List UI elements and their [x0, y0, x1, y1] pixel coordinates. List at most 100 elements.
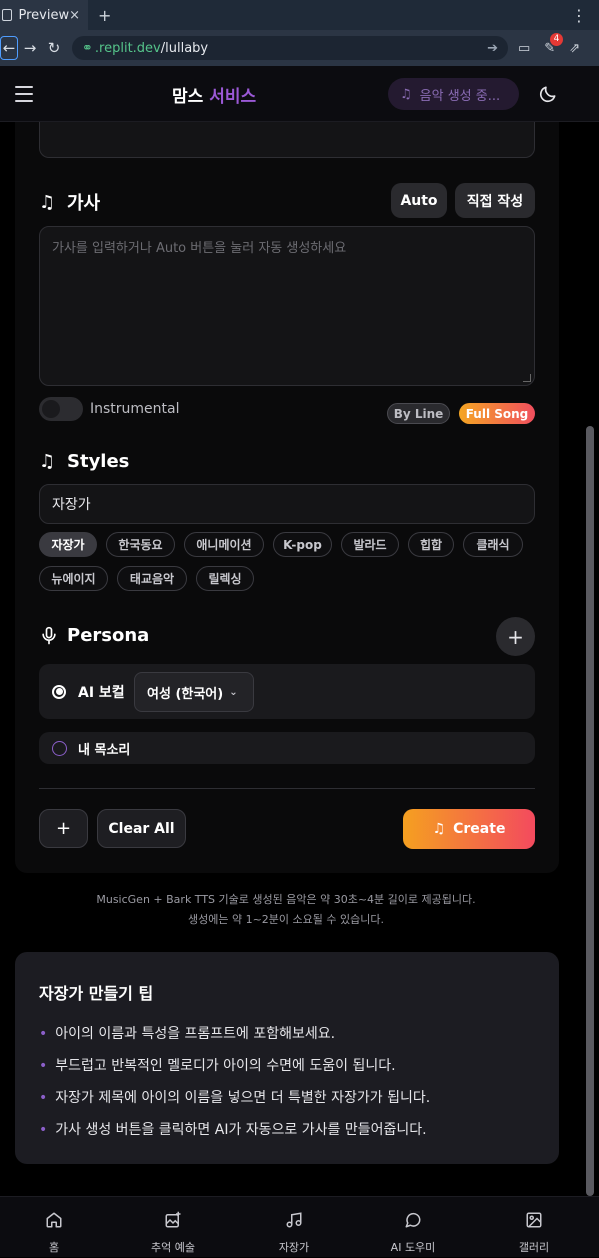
my-voice-label: 내 목소리: [78, 742, 131, 758]
dark-mode-icon[interactable]: [538, 84, 558, 104]
manual-write-button[interactable]: 직접 작성: [455, 183, 535, 218]
generating-status-text: 음악 생성 중...: [419, 88, 501, 104]
persona-heading: Persona: [39, 625, 149, 646]
footnote-line-2: 생성에는 약 1~2분이 소요될 수 있습니다.: [188, 913, 384, 926]
nav-item-home[interactable]: 홈: [14, 1197, 94, 1258]
ai-vocal-label: AI 보컬: [78, 684, 125, 701]
nav-item-lullaby[interactable]: 자장가: [254, 1197, 334, 1258]
full-song-button[interactable]: Full Song: [459, 403, 535, 424]
bullet: •: [39, 1090, 48, 1106]
create-label: Create: [453, 821, 506, 837]
tips-card: 자장가 만들기 팁 • 아이의 이름과 특성을 프롬프트에 포함해보세요. • 부드…: [15, 952, 559, 1164]
auto-button[interactable]: Auto: [391, 183, 447, 218]
style-tag[interactable]: 뉴에이지: [39, 566, 108, 591]
nav-label: 추억 예술: [151, 1241, 195, 1254]
link-icon: ⚭: [82, 40, 93, 56]
tip-item: • 아이의 이름과 특성을 프롬프트에 포함해보세요.: [39, 1023, 335, 1043]
music-note-icon: ♫: [400, 86, 412, 102]
instrumental-toggle[interactable]: [39, 397, 83, 421]
music-icon: [286, 1212, 302, 1228]
browser-tab[interactable]: Preview ×: [0, 0, 88, 30]
instrumental-label: Instrumental: [90, 401, 180, 417]
tip-text: 자장가 제목에 아이의 이름을 넣으면 더 특별한 자장가가 됩니다.: [55, 1090, 431, 1106]
url-field[interactable]: ⚭ .replit.dev /lullaby ➔: [72, 36, 508, 60]
lyrics-title: 가사: [67, 193, 101, 214]
chat-icon: [405, 1212, 421, 1228]
style-tag[interactable]: 자장가: [39, 532, 97, 557]
scrollbar[interactable]: [586, 426, 594, 1196]
persona-title: Persona: [67, 625, 150, 646]
resize-handle[interactable]: [523, 374, 531, 382]
nav-item-ai-helper[interactable]: AI 도우미: [373, 1197, 453, 1258]
lyrics-textarea[interactable]: 가사를 입력하거나 Auto 버튼을 눌러 자동 생성하세요: [39, 226, 535, 386]
style-tag[interactable]: K-pop: [273, 532, 332, 557]
create-button[interactable]: ♫ Create: [403, 809, 535, 849]
tip-item: • 부드럽고 반복적인 멜로디가 아이의 수면에 도움이 됩니다.: [39, 1055, 396, 1075]
app-header: 맘스 서비스 ♫ 음악 생성 중...: [0, 66, 599, 122]
style-tag[interactable]: 클래식: [463, 532, 523, 557]
notification-badge: 4: [550, 32, 563, 46]
more-menu-icon[interactable]: ⋮: [571, 6, 587, 25]
ai-vocal-select-value: 여성 (한국어): [147, 686, 224, 702]
forward-button[interactable]: →: [18, 36, 42, 60]
style-tag[interactable]: 한국동요: [106, 532, 175, 557]
style-tag[interactable]: 애니메이션: [184, 532, 264, 557]
style-tag[interactable]: 태교음악: [117, 566, 187, 591]
back-button[interactable]: ←: [0, 36, 18, 60]
monitor-icon[interactable]: ▭: [518, 41, 530, 56]
tip-text: 가사 생성 버튼을 클릭하면 AI가 자동으로 가사를 만들어줍니다.: [55, 1122, 427, 1138]
music-note-icon: ♫: [39, 451, 56, 472]
nav-label: 홈: [48, 1241, 60, 1254]
nav-item-memory-art[interactable]: 추억 예술: [133, 1197, 213, 1258]
style-tag[interactable]: 힙합: [408, 532, 454, 557]
nav-label: AI 도우미: [390, 1241, 436, 1254]
menu-icon[interactable]: [15, 86, 33, 107]
microphone-icon: [42, 626, 56, 644]
bullet: •: [39, 1026, 48, 1042]
reload-button[interactable]: ↻: [42, 36, 66, 60]
tips-title: 자장가 만들기 팁: [39, 984, 154, 1003]
address-bar-icons: ▭ ✎ 4 ⇗: [518, 32, 580, 56]
image-plus-icon: [165, 1211, 181, 1228]
address-bar: ← → ↻ ⚭ .replit.dev /lullaby ➔ ▭ ✎ 4 ⇗: [0, 30, 599, 66]
add-button[interactable]: +: [39, 809, 88, 848]
generating-status-pill: ♫ 음악 생성 중...: [388, 78, 519, 110]
my-voice-radio[interactable]: [52, 740, 67, 756]
prompt-textarea[interactable]: [39, 122, 535, 158]
my-voice-option[interactable]: 내 목소리: [39, 732, 535, 764]
nav-label: 갤러리: [518, 1241, 550, 1254]
new-tab-button[interactable]: +: [98, 6, 111, 25]
tip-item: • 가사 생성 버튼을 클릭하면 AI가 자동으로 가사를 만들어줍니다.: [39, 1119, 427, 1139]
go-arrow-icon[interactable]: ➔: [487, 41, 498, 56]
ai-vocal-option[interactable]: AI 보컬 여성 (한국어) ⌄: [39, 664, 535, 719]
style-tag[interactable]: 발라드: [341, 532, 399, 557]
browser-tab-bar: Preview × + ⋮: [0, 0, 599, 30]
ai-vocal-radio[interactable]: [52, 684, 66, 699]
tip-text: 부드럽고 반복적인 멜로디가 아이의 수면에 도움이 됩니다.: [55, 1058, 396, 1074]
logo-text-moms: 맘스: [172, 87, 204, 107]
logo-text-service: 서비스: [209, 87, 257, 107]
style-input[interactable]: 자장가: [39, 484, 535, 524]
by-line-button[interactable]: By Line: [387, 403, 450, 424]
nav-item-gallery[interactable]: 갤러리: [494, 1197, 574, 1258]
divider: [39, 788, 535, 789]
bottom-nav: 홈 추억 예술 자장가 AI 도우미 갤러리: [0, 1196, 599, 1257]
style-tag[interactable]: 릴렉싱: [196, 566, 254, 591]
tab-close-button[interactable]: ×: [69, 8, 80, 23]
gallery-icon: [526, 1212, 542, 1228]
styles-heading: ♫ Styles: [39, 451, 129, 472]
lyrics-placeholder: 가사를 입력하거나 Auto 버튼을 눌러 자동 생성하세요: [52, 241, 347, 256]
ai-vocal-select[interactable]: 여성 (한국어) ⌄: [134, 672, 254, 712]
clear-all-button[interactable]: Clear All: [97, 809, 186, 848]
open-external-icon[interactable]: ⇗: [569, 41, 580, 56]
add-persona-button[interactable]: +: [496, 617, 535, 656]
home-icon: [46, 1212, 62, 1228]
app-logo[interactable]: 맘스 서비스: [172, 82, 256, 107]
bullet: •: [39, 1058, 48, 1074]
tab-title: Preview: [18, 7, 70, 23]
url-path: /lullaby: [160, 40, 209, 56]
tip-text: 아이의 이름과 특성을 프롬프트에 포함해보세요.: [55, 1026, 336, 1042]
music-note-icon: ♫: [39, 191, 56, 213]
music-note-icon: ♫: [432, 821, 446, 837]
chevron-down-icon: ⌄: [229, 686, 238, 698]
